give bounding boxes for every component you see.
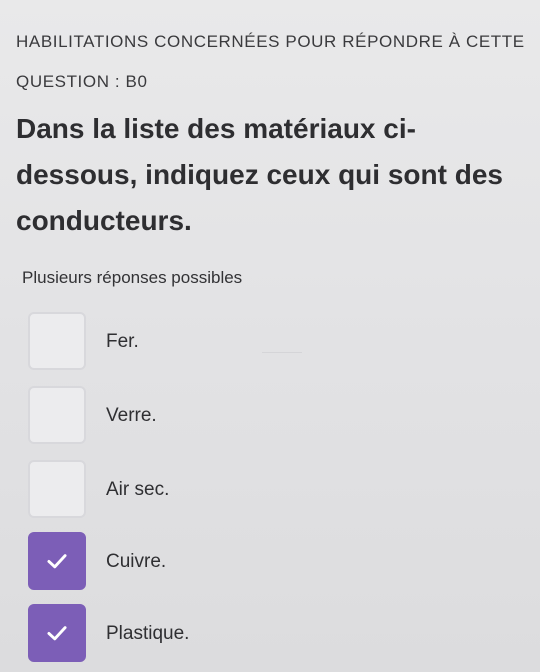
habilitations-label: HABILITATIONS CONCERNÉES POUR RÉPONDRE À… [16, 32, 525, 91]
option-label: Verre. [106, 405, 157, 426]
checkbox-plastique[interactable] [28, 604, 86, 662]
option-label: Plastique. [106, 623, 190, 644]
checkbox-air-sec[interactable] [28, 460, 86, 518]
question-text: Dans la liste des matériaux ci-dessous, … [16, 113, 503, 236]
checkbox-cuivre[interactable] [28, 532, 86, 590]
option-label: Fer. [106, 331, 139, 352]
option-label: Air sec. [106, 479, 170, 500]
option-air-sec[interactable]: Air sec. [28, 460, 288, 526]
checkbox-verre[interactable] [28, 386, 86, 444]
checkmark-icon [47, 554, 67, 569]
option-plastique[interactable]: Plastique. [28, 604, 288, 670]
option-cuivre[interactable]: Cuivre. [28, 532, 288, 598]
checkbox-fer[interactable] [28, 312, 86, 370]
question-page: HABILITATIONS CONCERNÉES POUR RÉPONDRE À… [0, 0, 540, 672]
option-fer[interactable]: Fer. [28, 312, 288, 378]
multiple-answers-hint: Plusieurs réponses possibles [22, 268, 243, 287]
option-label: Cuivre. [106, 551, 167, 572]
checkmark-icon [47, 626, 67, 641]
option-verre[interactable]: Verre. [28, 386, 288, 452]
